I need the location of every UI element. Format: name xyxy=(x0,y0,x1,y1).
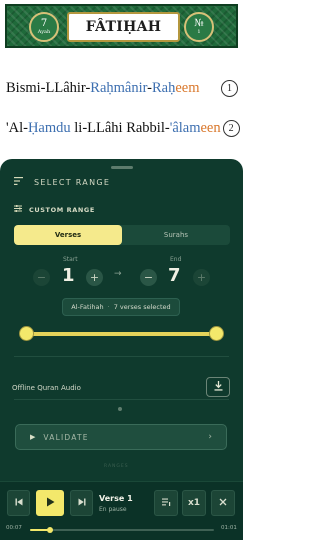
offline-audio-label: Offline Quran Audio xyxy=(12,384,81,392)
ayah-count-medallion: 7 Ayah xyxy=(29,12,59,42)
range-arrow-icon: → xyxy=(114,269,122,279)
range-slider-start-thumb[interactable] xyxy=(19,327,33,340)
sheet-footer-text: RANGES xyxy=(104,464,129,469)
verse-text: 'Al-Ḥamdu li-LLâhi Rabbil-'âlameen xyxy=(6,119,221,136)
start-decrement-button[interactable]: − xyxy=(33,269,50,286)
play-icon: ▶ xyxy=(30,433,36,441)
progress-bar[interactable] xyxy=(30,527,214,533)
previous-button[interactable] xyxy=(7,490,30,516)
selection-separator: · xyxy=(107,303,110,311)
select-range-sheet: SELECT RANGE CUSTOM RANGE Verses Surahs … xyxy=(0,159,243,481)
track-status: En pause xyxy=(99,506,127,513)
sliders-icon xyxy=(14,205,24,214)
download-button[interactable] xyxy=(206,377,230,397)
start-label: Start xyxy=(63,256,78,263)
custom-range-label: CUSTOM RANGE xyxy=(29,205,95,214)
speed-button[interactable]: x1 xyxy=(182,490,206,516)
quran-page: 7 Ayah FÂTIḤAH № 1 Bismi-LLâhir-Raḥmânir… xyxy=(0,0,243,170)
ayah-label: Ayah xyxy=(37,29,51,35)
play-icon xyxy=(46,497,55,510)
play-button[interactable] xyxy=(36,490,64,516)
custom-range-header: CUSTOM RANGE xyxy=(14,205,95,214)
toggle-verses[interactable]: Verses xyxy=(14,225,122,245)
end-value: 7 xyxy=(168,265,181,286)
divider xyxy=(14,356,229,357)
start-value: 1 xyxy=(62,265,75,286)
playlist-icon xyxy=(161,498,171,509)
verse-number-marker: 2 xyxy=(222,119,240,137)
surah-number-medallion: № 1 xyxy=(184,12,214,42)
total-time: 01:01 xyxy=(221,525,237,531)
next-button[interactable] xyxy=(70,490,93,516)
divider xyxy=(14,399,229,400)
download-icon xyxy=(214,380,223,394)
validate-button[interactable]: ▶ VALIDATE › xyxy=(15,424,227,450)
sort-lines-icon xyxy=(14,176,24,188)
playlist-button[interactable] xyxy=(154,490,178,516)
toggle-surahs[interactable]: Surahs xyxy=(122,225,230,245)
surah-title: FÂTIḤAH xyxy=(85,19,162,35)
surah-number-symbol: № xyxy=(194,18,204,29)
selection-summary: Al-Fatihah · 7 verses selected xyxy=(62,298,180,316)
range-slider-track[interactable] xyxy=(26,332,216,336)
verse-number-marker: 1 xyxy=(221,79,238,97)
verse-line-1[interactable]: Bismi-LLâhir-Raḥmânir-Raḥeem 1 xyxy=(6,76,238,100)
start-increment-button[interactable]: + xyxy=(86,269,103,286)
validate-label: VALIDATE xyxy=(43,432,89,442)
ayah-count: 7 xyxy=(40,18,48,29)
range-type-toggle: Verses Surahs xyxy=(14,225,230,245)
end-label: End xyxy=(170,256,182,263)
chevron-right-icon: › xyxy=(208,432,212,442)
sheet-title: SELECT RANGE xyxy=(34,177,111,187)
drag-handle[interactable] xyxy=(111,166,133,169)
close-player-button[interactable] xyxy=(211,490,235,516)
progress-thumb[interactable] xyxy=(47,527,54,533)
skip-previous-icon xyxy=(15,498,23,509)
verse-line-2[interactable]: 'Al-Ḥamdu li-LLâhi Rabbil-'âlameen 2 xyxy=(6,116,240,140)
range-slider-end-thumb[interactable] xyxy=(209,327,223,340)
surah-number: 1 xyxy=(197,29,201,35)
current-time: 00:07 xyxy=(6,525,22,531)
close-icon xyxy=(219,498,227,509)
verse-text: Bismi-LLâhir-Raḥmânir-Raḥeem xyxy=(6,79,200,96)
surah-banner: 7 Ayah FÂTIḤAH № 1 xyxy=(5,4,238,48)
audio-player: Verse 1 En pause x1 00:07 01:01 xyxy=(0,481,243,540)
page-dot-indicator xyxy=(118,407,122,411)
selection-surah: Al-Fatihah xyxy=(71,303,104,311)
end-decrement-button[interactable]: − xyxy=(140,269,157,286)
skip-next-icon xyxy=(78,498,86,509)
track-title: Verse 1 xyxy=(99,494,133,503)
end-increment-button[interactable]: + xyxy=(193,269,210,286)
selection-count: 7 verses selected xyxy=(113,303,171,311)
sheet-header: SELECT RANGE xyxy=(14,175,110,189)
surah-title-box: FÂTIḤAH xyxy=(67,12,180,42)
